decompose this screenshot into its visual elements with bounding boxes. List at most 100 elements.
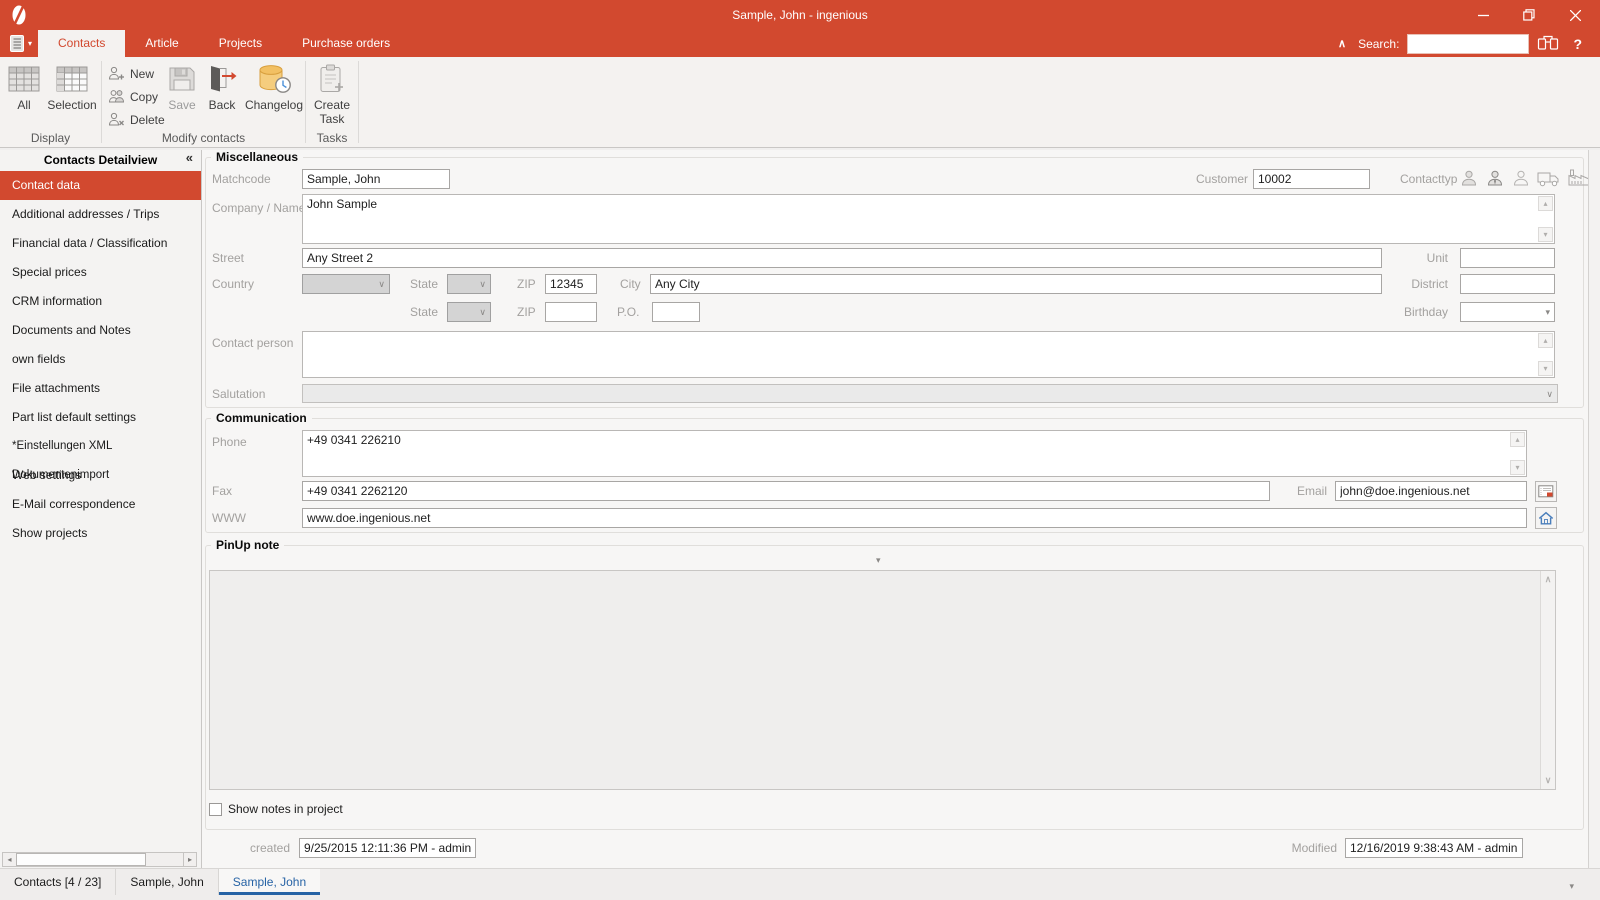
sidebar-item-financial-data[interactable]: Financial data / Classification xyxy=(0,229,201,258)
truck-icon[interactable] xyxy=(1537,168,1561,188)
changelog-button[interactable]: Changelog xyxy=(244,60,304,132)
create-task-button[interactable]: Create Task xyxy=(308,60,356,132)
sidebar-item-documents-notes[interactable]: Documents and Notes xyxy=(0,316,201,345)
matchcode-input[interactable] xyxy=(302,169,450,189)
created-input[interactable] xyxy=(299,838,476,858)
sidebar-item-contact-data[interactable]: Contact data xyxy=(0,171,201,200)
spinner-down-icon[interactable]: ▾ xyxy=(1538,227,1553,242)
ribbon-tab-contacts[interactable]: Contacts xyxy=(38,30,126,57)
ribbon-tab-projects[interactable]: Projects xyxy=(199,30,282,57)
copy-button[interactable]: Copy xyxy=(106,86,158,107)
person-icon[interactable] xyxy=(1459,168,1479,188)
delete-button[interactable]: Delete xyxy=(106,109,165,130)
district-input[interactable] xyxy=(1460,274,1555,294)
po-input[interactable] xyxy=(652,302,700,322)
sidebar-item-part-list-settings[interactable]: Part list default settings xyxy=(0,403,201,432)
ribbon-tab-purchase-orders[interactable]: Purchase orders xyxy=(282,30,410,57)
floppy-disk-icon xyxy=(167,60,197,98)
spinner-up-icon[interactable]: ▴ xyxy=(1538,196,1553,211)
phone-input[interactable]: +49 0341 226210 xyxy=(303,431,1526,476)
ribbon-collapse-icon[interactable]: ∧ xyxy=(1334,37,1350,50)
bottom-tab-sample-john-1[interactable]: Sample, John xyxy=(116,869,219,895)
country-dropdown[interactable]: ∨ xyxy=(302,274,390,294)
restore-button[interactable] xyxy=(1506,0,1552,30)
sidebar-item-additional-addresses[interactable]: Additional addresses / Trips xyxy=(0,200,201,229)
company-name-input[interactable]: John Sample xyxy=(303,195,1554,243)
zip-input[interactable] xyxy=(545,274,597,294)
matchcode-label: Matchcode xyxy=(212,172,271,186)
spinner-up-icon[interactable]: ▴ xyxy=(1510,432,1525,447)
vertical-scrollbar-track[interactable] xyxy=(1588,150,1600,868)
company-name-field: John Sample ▴ ▾ xyxy=(302,194,1555,244)
minimize-button[interactable] xyxy=(1460,0,1506,30)
table-grid-selection-icon xyxy=(55,60,89,98)
bottom-tab-contacts-list[interactable]: Contacts [4 / 23] xyxy=(0,869,117,895)
state2-dropdown[interactable]: ∨ xyxy=(447,302,491,322)
birthday-dropdown[interactable]: ▾ xyxy=(1460,302,1555,322)
search-input[interactable] xyxy=(1407,33,1530,54)
ribbon-group-modify-contacts: New Copy Delete Save Back Changelog Modi… xyxy=(102,57,305,147)
zip2-input[interactable] xyxy=(545,302,597,322)
show-notes-checkbox[interactable] xyxy=(209,803,222,816)
binoculars-icon[interactable] xyxy=(1537,34,1559,53)
unit-input[interactable] xyxy=(1460,248,1555,268)
application-menu-button[interactable]: ▾ xyxy=(0,30,38,57)
send-email-button[interactable] xyxy=(1535,481,1557,502)
salutation-label: Salutation xyxy=(212,387,266,401)
person-business-icon[interactable] xyxy=(1485,168,1505,188)
modify-contacts-group-caption: Modify contacts xyxy=(161,131,246,145)
delete-button-label: Delete xyxy=(130,112,165,127)
street-input[interactable] xyxy=(302,248,1382,268)
scroll-down-icon[interactable]: ∨ xyxy=(1541,775,1555,786)
contact-person-input[interactable] xyxy=(303,332,1554,377)
pinup-note-scrollbar[interactable]: ∧ ∨ xyxy=(1540,571,1555,789)
sidebar-item-web-settings[interactable]: Web settings xyxy=(0,461,201,490)
spinner-down-icon[interactable]: ▾ xyxy=(1538,361,1553,376)
sidebar-item-show-projects[interactable]: Show projects xyxy=(0,519,201,548)
communication-title: Communication xyxy=(211,411,312,425)
www-input[interactable] xyxy=(302,508,1527,528)
contact-data-form: Miscellaneous Matchcode Customer Contact… xyxy=(202,150,1591,868)
back-button[interactable]: Back xyxy=(202,60,242,132)
person-outline-icon[interactable] xyxy=(1511,168,1531,188)
bottom-tab-sample-john-2[interactable]: Sample, John xyxy=(218,869,321,895)
ribbon-tab-article[interactable]: Article xyxy=(125,30,198,57)
state-dropdown[interactable]: ∨ xyxy=(447,274,491,294)
search-label: Search: xyxy=(1358,36,1400,51)
sidebar-horizontal-scrollbar[interactable]: ◂ ▸ xyxy=(2,852,197,867)
sidebar-item-own-fields[interactable]: own fields xyxy=(0,345,201,374)
fax-input[interactable] xyxy=(302,481,1270,501)
city-input[interactable] xyxy=(650,274,1382,294)
selection-button[interactable]: Selection xyxy=(46,60,98,132)
new-button[interactable]: New xyxy=(106,63,154,84)
spinner-down-icon[interactable]: ▾ xyxy=(1510,460,1525,475)
tab-overflow-icon[interactable]: ▾ xyxy=(1569,881,1574,892)
sidebar-item-file-attachments[interactable]: File attachments xyxy=(0,374,201,403)
sidebar-item-special-prices[interactable]: Special prices xyxy=(0,258,201,287)
pinup-collapse-icon[interactable]: ▾ xyxy=(876,555,881,566)
journal-icon xyxy=(10,35,24,52)
sidebar-item-xml-dokumentenimport[interactable]: *Einstellungen XML Dokumentenimport xyxy=(0,432,201,481)
modified-input[interactable] xyxy=(1345,838,1523,858)
scroll-up-icon[interactable]: ∧ xyxy=(1541,574,1555,585)
envelope-icon xyxy=(1538,485,1554,498)
save-button[interactable]: Save xyxy=(164,60,200,132)
sidebar-collapse-icon[interactable]: « xyxy=(186,150,193,165)
customer-input[interactable] xyxy=(1253,169,1370,189)
salutation-dropdown[interactable]: ∨ xyxy=(302,384,1558,403)
scrollbar-thumb[interactable] xyxy=(16,853,146,866)
ribbon-group-display: All Selection Display xyxy=(0,57,101,147)
help-icon[interactable]: ? xyxy=(1567,36,1588,52)
pinup-note-input[interactable] xyxy=(210,571,1540,789)
copy-button-label: Copy xyxy=(130,89,159,104)
spinner-up-icon[interactable]: ▴ xyxy=(1538,333,1553,348)
sidebar-item-crm-information[interactable]: CRM information xyxy=(0,287,201,316)
contacttyp-icons xyxy=(1459,168,1591,188)
sidebar-item-email-correspondence[interactable]: E-Mail correspondence xyxy=(0,490,201,519)
email-input[interactable] xyxy=(1335,481,1527,501)
close-button[interactable] xyxy=(1552,0,1598,30)
all-button[interactable]: All xyxy=(3,60,45,132)
open-website-button[interactable] xyxy=(1535,507,1557,529)
scroll-left-icon[interactable]: ◂ xyxy=(3,853,16,866)
scroll-right-icon[interactable]: ▸ xyxy=(183,853,196,866)
